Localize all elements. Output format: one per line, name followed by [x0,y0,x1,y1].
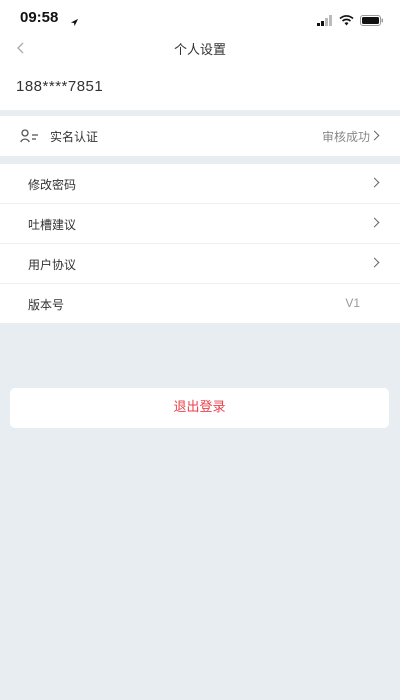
chevron-right-icon [369,217,380,228]
user-id-card-icon [20,128,42,147]
version-value: V1 [345,296,360,310]
navigation-bar: 个人设置 [0,36,400,62]
phone-number: 188****7851 [16,78,104,95]
location-arrow-icon [70,12,79,31]
verification-status: 审核成功 [321,130,370,144]
battery-icon [360,11,384,30]
feedback-row[interactable]: 吐槽建议 [0,204,400,244]
chevron-right-icon [369,177,380,188]
cellular-signal-icon [317,11,333,30]
status-bar: 09:58 [0,0,400,36]
change-password-row[interactable]: 修改密码 [0,164,400,204]
settings-list: 修改密码 吐槽建议 用户协议 版本号 V1 [0,164,400,323]
user-agreement-row[interactable]: 用户协议 [0,244,400,284]
logout-button[interactable]: 退出登录 [10,388,389,428]
version-row: 版本号 V1 [0,284,400,323]
status-time: 09:58 [20,9,59,26]
account-section: 188****7851 [0,62,400,110]
verification-label: 实名认证 [50,130,99,144]
list-item-label: 修改密码 [28,178,77,192]
list-item-label: 吐槽建议 [28,218,77,232]
chevron-right-icon [369,257,380,268]
wifi-icon [339,11,354,30]
real-name-verification-row[interactable]: 实名认证 审核成功 [0,116,400,156]
page-title: 个人设置 [173,43,226,58]
list-item-label: 用户协议 [28,258,77,272]
list-item-label: 版本号 [28,298,65,312]
status-indicators [317,11,384,30]
chevron-right-icon [369,130,380,141]
